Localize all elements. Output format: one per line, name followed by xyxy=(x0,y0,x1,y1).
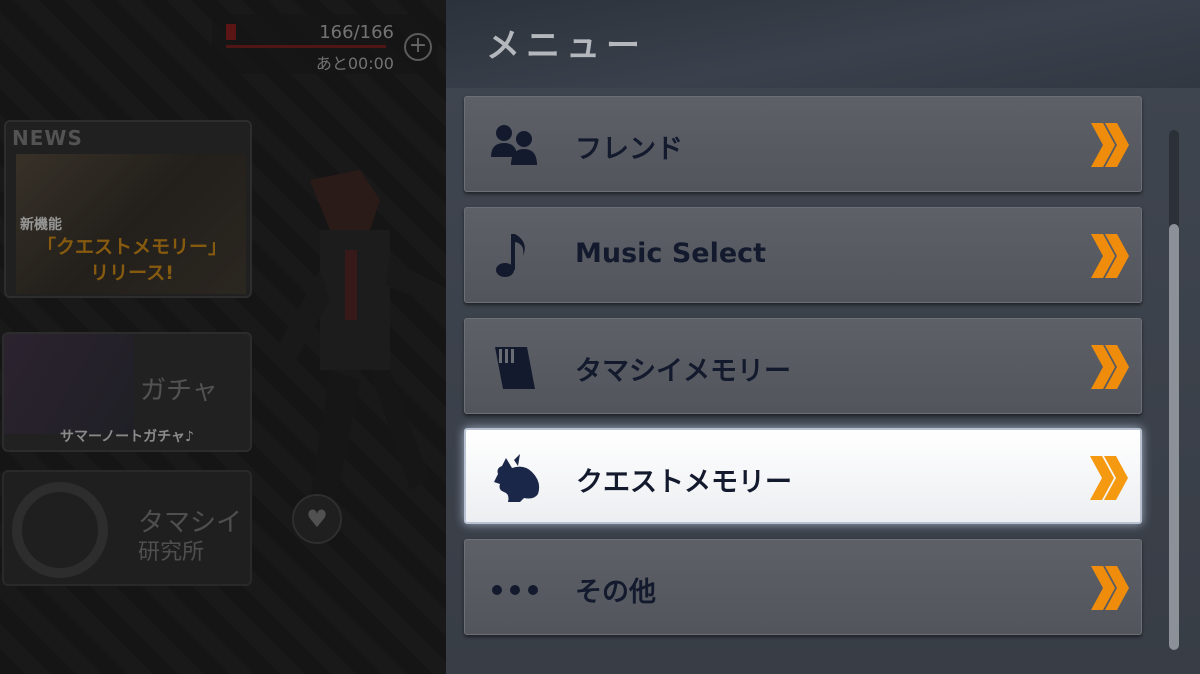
news-headline-line2: リリース! xyxy=(90,262,174,284)
menu-item-label: その他 xyxy=(575,577,656,608)
music-note-icon xyxy=(496,234,525,277)
menu-item-label: Music Select xyxy=(575,238,767,269)
chevron-double-right-icon xyxy=(1091,345,1129,389)
news-banner[interactable]: NEWS 新機能 「クエストメモリー」 リリース! xyxy=(4,120,252,298)
menu-panel: メニュー フレンド Music Select タマシイメモリー クエストメモリー… xyxy=(446,0,1200,674)
news-headline-line1: 「クエストメモリー」 xyxy=(36,236,227,258)
heart-icon[interactable]: ♥ xyxy=(292,494,342,544)
stamina-gauge: 166/166 あと00:00 + xyxy=(212,14,438,74)
gacha-title: ガチャ xyxy=(140,376,218,406)
lab-banner[interactable]: タマシイ 研究所 xyxy=(2,470,252,586)
plus-circle-icon[interactable]: + xyxy=(404,33,432,61)
character-head-icon xyxy=(494,454,540,502)
menu-item-other[interactable]: その他 xyxy=(464,539,1142,635)
chevron-double-right-icon xyxy=(1090,456,1128,500)
menu-item-quest-memory[interactable]: クエストメモリー xyxy=(464,428,1142,524)
lab-title-line2: 研究所 xyxy=(138,540,205,565)
gacha-subtitle: サマーノートガチャ♪ xyxy=(60,429,194,445)
memory-card-icon xyxy=(495,347,535,389)
stamina-bar xyxy=(226,45,386,48)
menu-scrollbar-thumb[interactable] xyxy=(1169,224,1179,650)
menu-item-tamashii-memory[interactable]: タマシイメモリー xyxy=(464,318,1142,414)
menu-item-label: フレンド xyxy=(575,134,683,165)
chevron-double-right-icon xyxy=(1091,234,1129,278)
menu-header: メニュー xyxy=(446,0,1200,88)
gacha-artwork xyxy=(4,334,134,434)
home-background: 166/166 あと00:00 + NEWS 新機能 「クエストメモリー」 リリ… xyxy=(0,0,446,674)
menu-item-label: タマシイメモリー xyxy=(575,356,791,387)
character-illustration xyxy=(270,170,446,505)
news-headline: 「クエストメモリー」 リリース! xyxy=(14,234,250,286)
gacha-banner[interactable]: ガチャ サマーノートガチャ♪ xyxy=(2,332,252,452)
stamina-value: 166/166 xyxy=(319,22,394,43)
menu-title: メニュー xyxy=(486,26,646,66)
stamina-timer: あと00:00 xyxy=(315,54,394,73)
chevron-double-right-icon xyxy=(1091,566,1129,610)
stamina-flag-icon xyxy=(226,24,236,40)
friends-icon xyxy=(491,125,537,165)
news-label: NEWS xyxy=(12,126,83,150)
lab-ring-icon xyxy=(12,482,108,578)
menu-item-label: クエストメモリー xyxy=(576,467,792,498)
more-dots-icon xyxy=(492,585,538,595)
chevron-double-right-icon xyxy=(1091,123,1129,167)
menu-scrollbar[interactable] xyxy=(1169,130,1179,650)
menu-item-friend[interactable]: フレンド xyxy=(464,96,1142,192)
news-tag: 新機能 xyxy=(20,217,62,233)
menu-item-music-select[interactable]: Music Select xyxy=(464,207,1142,303)
